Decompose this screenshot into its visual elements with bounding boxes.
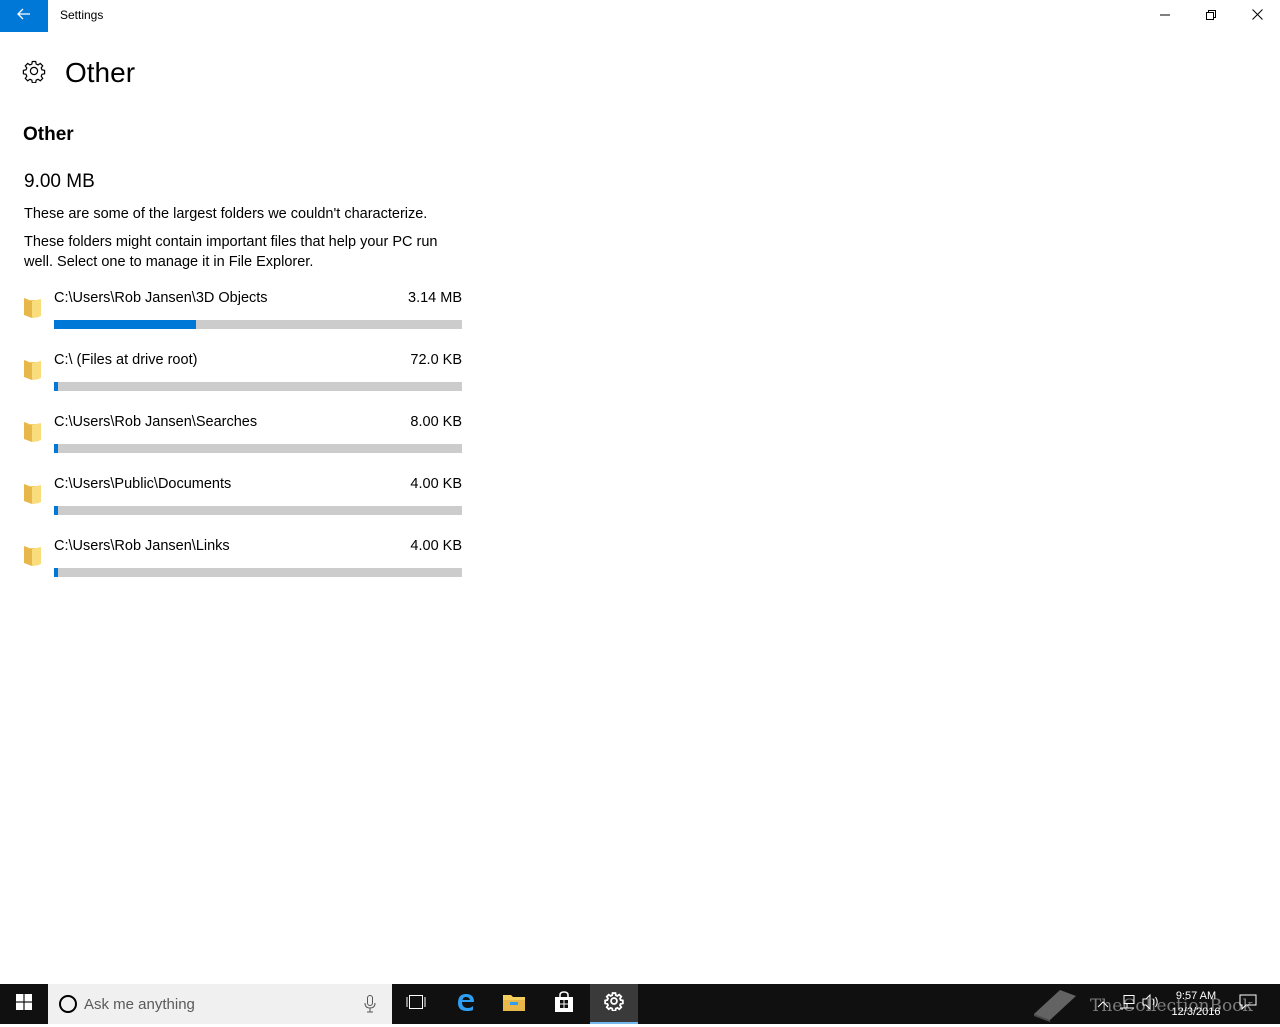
network-icon <box>1119 994 1135 1015</box>
window-title: Settings <box>60 8 104 22</box>
search-input[interactable] <box>84 984 354 1024</box>
edge-browser-icon <box>455 991 477 1018</box>
usage-bar-fill <box>54 320 197 329</box>
folder-path: C:\Users\Public\Documents <box>54 476 232 492</box>
taskbar: TheCollectionBook 9:57 AM 12/3/2016 <box>0 984 1280 1024</box>
total-size: 9.00 MB <box>24 171 95 192</box>
folder-list: C:\Users\Rob Jansen\3D Objects 3.14 MB C… <box>22 288 468 598</box>
file-explorer-icon <box>502 992 526 1017</box>
folder-path: C:\ (Files at drive root) <box>54 352 198 368</box>
action-center-button[interactable] <box>1234 984 1262 1024</box>
settings-taskbar-button[interactable] <box>590 984 638 1024</box>
restore-button[interactable] <box>1188 0 1234 32</box>
search-box[interactable] <box>48 984 392 1024</box>
usage-bar <box>54 568 462 577</box>
usage-bar <box>54 506 462 515</box>
folder-icon <box>22 356 44 382</box>
page-title: Other <box>65 57 136 88</box>
back-arrow-icon <box>17 7 31 25</box>
cortana-icon <box>58 994 78 1019</box>
usage-bar <box>54 320 462 329</box>
edge-button[interactable] <box>442 984 490 1024</box>
title-bar: Settings <box>0 0 1280 32</box>
windows-logo-icon <box>16 993 32 1015</box>
minimize-button[interactable] <box>1142 0 1188 32</box>
speaker-icon <box>1142 993 1160 1015</box>
usage-bar-fill <box>54 444 58 453</box>
folder-path: C:\Users\Rob Jansen\3D Objects <box>54 290 268 306</box>
clock[interactable]: 9:57 AM 12/3/2016 <box>1160 988 1232 1020</box>
folder-size: 72.0 KB <box>410 352 462 368</box>
usage-bar <box>54 382 462 391</box>
folder-icon <box>22 418 44 444</box>
usage-bar-fill <box>54 568 58 577</box>
task-view-icon <box>404 994 428 1015</box>
task-view-button[interactable] <box>392 984 440 1024</box>
clock-time: 9:57 AM <box>1175 990 1217 1002</box>
book-icon <box>1030 986 1080 1027</box>
usage-bar <box>54 444 462 453</box>
show-hidden-icons-button[interactable] <box>1092 984 1114 1024</box>
close-button[interactable] <box>1234 0 1280 32</box>
folder-path: C:\Users\Rob Jansen\Links <box>54 538 230 554</box>
volume-button[interactable] <box>1140 984 1162 1024</box>
usage-bar-fill <box>54 506 58 515</box>
chevron-up-icon <box>1097 995 1109 1013</box>
description-text: These are some of the largest folders we… <box>24 206 428 222</box>
folder-icon <box>22 542 44 568</box>
gear-icon <box>22 59 46 88</box>
page-header: Other <box>22 56 135 90</box>
back-button[interactable] <box>0 0 48 32</box>
notification-icon <box>1239 994 1257 1015</box>
clock-date: 12/3/2016 <box>1171 1006 1221 1018</box>
description-help-text: These folders might contain important fi… <box>24 234 438 270</box>
folder-size: 4.00 KB <box>410 476 462 492</box>
folder-item[interactable]: C:\Users\Rob Jansen\Links 4.00 KB <box>22 536 468 598</box>
section-title: Other <box>23 124 74 145</box>
gear-icon <box>604 991 624 1016</box>
folder-size: 8.00 KB <box>410 414 462 430</box>
usage-bar-fill <box>54 382 58 391</box>
file-explorer-button[interactable] <box>490 984 538 1024</box>
folder-item[interactable]: C:\Users\Rob Jansen\3D Objects 3.14 MB <box>22 288 468 350</box>
folder-path: C:\Users\Rob Jansen\Searches <box>54 414 258 430</box>
close-icon <box>1251 7 1263 25</box>
store-bag-icon <box>553 990 575 1018</box>
network-button[interactable] <box>1116 984 1138 1024</box>
folder-item[interactable]: C:\ (Files at drive root) 72.0 KB <box>22 350 468 412</box>
folder-item[interactable]: C:\Users\Rob Jansen\Searches 8.00 KB <box>22 412 468 474</box>
store-button[interactable] <box>540 984 588 1024</box>
folder-size: 4.00 KB <box>410 538 462 554</box>
microphone-icon[interactable] <box>364 995 376 1018</box>
folder-size: 3.14 MB <box>408 290 462 306</box>
minimize-icon <box>1160 7 1170 25</box>
folder-icon <box>22 294 44 320</box>
folder-icon <box>22 480 44 506</box>
folder-item[interactable]: C:\Users\Public\Documents 4.00 KB <box>22 474 468 536</box>
start-button[interactable] <box>0 984 48 1024</box>
restore-icon <box>1206 7 1216 25</box>
